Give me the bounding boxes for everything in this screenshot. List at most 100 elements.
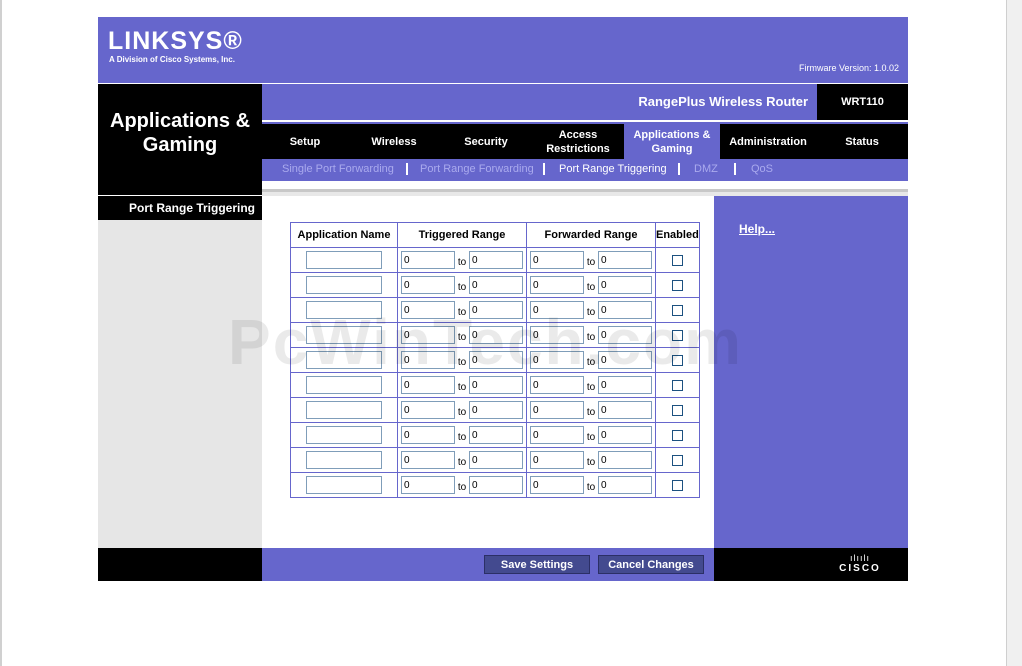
cell-forwarded-range: to — [526, 472, 656, 498]
tab-security[interactable]: Security — [440, 124, 532, 159]
column-header-application-name: Application Name — [290, 222, 398, 248]
watermark: PcWinTech.com — [228, 306, 743, 378]
save-settings-button[interactable]: Save Settings — [484, 555, 590, 574]
section-title: Applications & Gaming — [98, 84, 262, 181]
application-name-input[interactable] — [306, 251, 382, 269]
cell-application-name — [290, 447, 398, 473]
subtab-port-range-triggering[interactable]: Port Range Triggering — [559, 163, 667, 175]
triggered-start-input[interactable] — [401, 476, 455, 494]
enabled-checkbox[interactable] — [671, 404, 683, 416]
to-label: to — [457, 282, 467, 293]
cell-forwarded-range: to — [526, 272, 656, 298]
cell-triggered-range: to — [397, 397, 527, 423]
table-row: to to — [290, 422, 700, 448]
cell-application-name — [290, 272, 398, 298]
to-label: to — [586, 457, 596, 468]
triggered-start-input[interactable] — [401, 276, 455, 294]
forwarded-end-input[interactable] — [598, 276, 652, 294]
column-header-enabled: Enabled — [655, 222, 700, 248]
tab-wireless[interactable]: Wireless — [348, 124, 440, 159]
firmware-version: Firmware Version: 1.0.02 — [798, 63, 899, 73]
cell-forwarded-range: to — [526, 447, 656, 473]
table-row: to to — [290, 247, 700, 273]
triggered-start-input[interactable] — [401, 251, 455, 269]
forwarded-start-input[interactable] — [530, 426, 584, 444]
triggered-start-input[interactable] — [401, 426, 455, 444]
forwarded-end-input[interactable] — [598, 251, 652, 269]
cancel-changes-button[interactable]: Cancel Changes — [598, 555, 704, 574]
application-name-input[interactable] — [306, 401, 382, 419]
subtab-separator — [734, 163, 736, 175]
vertical-scrollbar[interactable] — [1006, 0, 1022, 666]
logo-tagline: A Division of Cisco Systems, Inc. — [109, 55, 235, 64]
triggered-end-input[interactable] — [469, 426, 523, 444]
forwarded-end-input[interactable] — [598, 426, 652, 444]
application-name-input[interactable] — [306, 476, 382, 494]
tab-status[interactable]: Status — [816, 124, 908, 159]
table-row: to to — [290, 447, 700, 473]
tab-applications-gaming[interactable]: Applications & Gaming — [624, 124, 720, 159]
enabled-checkbox[interactable] — [671, 454, 683, 466]
cell-enabled — [655, 397, 700, 423]
triggered-start-input[interactable] — [401, 451, 455, 469]
cell-forwarded-range: to — [526, 247, 656, 273]
enabled-checkbox[interactable] — [671, 479, 683, 491]
subtab-dmz[interactable]: DMZ — [694, 163, 718, 175]
forwarded-end-input[interactable] — [598, 451, 652, 469]
triggered-end-input[interactable] — [469, 251, 523, 269]
window-left-border — [0, 0, 2, 666]
cell-enabled — [655, 472, 700, 498]
forwarded-end-input[interactable] — [598, 476, 652, 494]
help-link[interactable]: Help... — [739, 222, 775, 236]
section-title-text: Applications & Gaming — [110, 110, 251, 156]
to-label: to — [457, 257, 467, 268]
application-name-input[interactable] — [306, 426, 382, 444]
to-label: to — [586, 382, 596, 393]
cell-triggered-range: to — [397, 472, 527, 498]
enabled-checkbox[interactable] — [671, 279, 683, 291]
cell-triggered-range: to — [397, 272, 527, 298]
forwarded-start-input[interactable] — [530, 401, 584, 419]
to-label: to — [457, 457, 467, 468]
application-name-input[interactable] — [306, 451, 382, 469]
triggered-end-input[interactable] — [469, 401, 523, 419]
footer-left — [98, 548, 262, 581]
linksys-logo: LINKSYS® — [108, 27, 243, 55]
tab-access-restrictions[interactable]: Access Restrictions — [532, 124, 624, 159]
table-row: to to — [290, 397, 700, 423]
forwarded-start-input[interactable] — [530, 276, 584, 294]
tab-setup[interactable]: Setup — [262, 124, 348, 159]
cell-enabled — [655, 272, 700, 298]
cell-application-name — [290, 422, 398, 448]
enabled-checkbox[interactable] — [671, 429, 683, 441]
subtab-single-port-forwarding[interactable]: Single Port Forwarding — [282, 163, 394, 175]
enabled-checkbox[interactable] — [671, 254, 683, 266]
triggered-end-input[interactable] — [469, 451, 523, 469]
triggered-end-input[interactable] — [469, 276, 523, 294]
table-row: to to — [290, 272, 700, 298]
cell-triggered-range: to — [397, 247, 527, 273]
cell-forwarded-range: to — [526, 397, 656, 423]
product-name: RangePlus Wireless Router — [262, 84, 817, 120]
subtab-port-range-forwarding[interactable]: Port Range Forwarding — [420, 163, 534, 175]
to-label: to — [457, 407, 467, 418]
table-header-row: Application Name Triggered Range Forward… — [290, 222, 700, 248]
forwarded-start-input[interactable] — [530, 251, 584, 269]
forwarded-start-input[interactable] — [530, 451, 584, 469]
column-header-triggered-range: Triggered Range — [397, 222, 527, 248]
tab-administration[interactable]: Administration — [720, 124, 816, 159]
table-row: to to — [290, 472, 700, 498]
forwarded-start-input[interactable] — [530, 476, 584, 494]
application-name-input[interactable] — [306, 276, 382, 294]
subtab-qos[interactable]: QoS — [751, 163, 773, 175]
cell-enabled — [655, 447, 700, 473]
cell-forwarded-range: to — [526, 422, 656, 448]
cell-enabled — [655, 422, 700, 448]
forwarded-end-input[interactable] — [598, 401, 652, 419]
triggered-start-input[interactable] — [401, 401, 455, 419]
cell-triggered-range: to — [397, 422, 527, 448]
triggered-end-input[interactable] — [469, 476, 523, 494]
cisco-wordmark: CISCO — [839, 563, 881, 574]
enabled-checkbox[interactable] — [671, 379, 683, 391]
title-strip — [98, 181, 262, 195]
